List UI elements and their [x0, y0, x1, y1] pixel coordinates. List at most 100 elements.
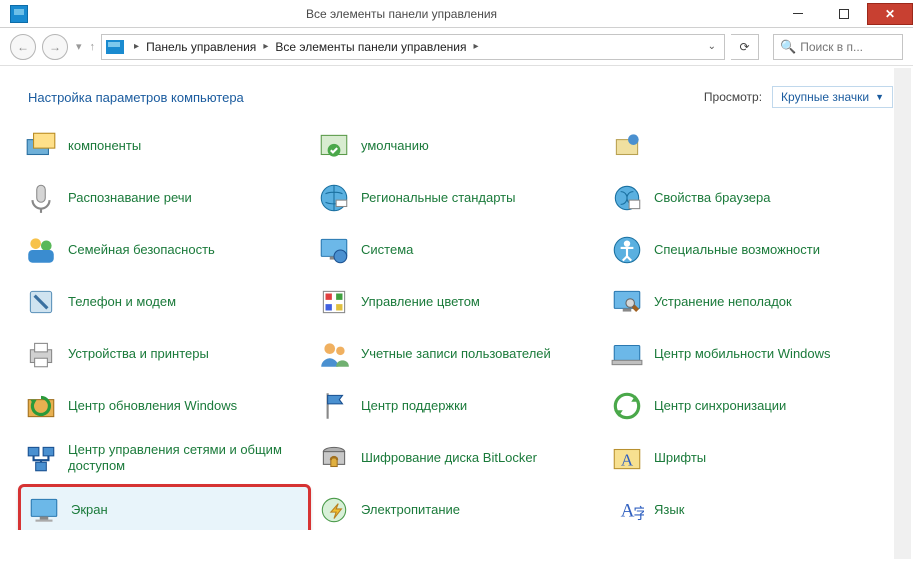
cpl-item-bitlocker[interactable]: Шифрование диска BitLocker	[311, 432, 604, 484]
cpl-item-update[interactable]: Центр обновления Windows	[18, 380, 311, 432]
update-icon	[22, 387, 60, 425]
view-label: Просмотр:	[704, 90, 762, 104]
cpl-item-label: Центр синхронизации	[654, 398, 786, 414]
cpl-item-label: Региональные стандарты	[361, 190, 515, 206]
breadcrumb-1[interactable]: Панель управления	[143, 40, 259, 54]
mic-icon	[22, 179, 60, 217]
cpl-item-network[interactable]: Центр управления сетями и общим доступом	[18, 432, 311, 484]
cpl-item-display[interactable]: Экран	[18, 484, 311, 530]
trouble-icon	[608, 283, 646, 321]
cpl-item-label: Учетные записи пользователей	[361, 346, 551, 362]
cpl-item-label: Специальные возможности	[654, 242, 820, 258]
cpl-item-access[interactable]: Специальные возможности	[604, 224, 897, 276]
cpl-item-system[interactable]: Система	[311, 224, 604, 276]
items-grid: компоненты умолчанию Распознавание речи Рег…	[18, 120, 897, 530]
cpl-item-flag[interactable]: Центр поддержки	[311, 380, 604, 432]
search-box[interactable]: 🔍	[773, 34, 903, 60]
page-title: Настройка параметров компьютера	[28, 90, 244, 105]
cpl-item-family[interactable]: Семейная безопасность	[18, 224, 311, 276]
cpl-item-browser[interactable]: Свойства браузера	[604, 172, 897, 224]
maximize-button[interactable]	[821, 3, 867, 25]
address-dropdown-icon[interactable]: ⌄	[704, 41, 720, 52]
cpl-item-label: Устранение неполадок	[654, 294, 792, 310]
recent-dropdown-icon[interactable]: ▾	[76, 40, 82, 53]
view-value: Крупные значки	[781, 90, 869, 104]
sync-icon	[608, 387, 646, 425]
forward-button[interactable]: →	[42, 34, 68, 60]
cpl-item-label: Управление цветом	[361, 294, 480, 310]
items-scroll-area: компоненты умолчанию Распознавание речи Рег…	[0, 120, 913, 530]
mobility-icon	[608, 335, 646, 373]
back-button[interactable]: ←	[10, 34, 36, 60]
close-button[interactable]: ✕	[867, 3, 913, 25]
content-header: Настройка параметров компьютера Просмотр…	[0, 66, 913, 120]
family-icon	[22, 231, 60, 269]
svg-text:字: 字	[633, 506, 644, 523]
cpl-item-mic[interactable]: Распознавание речи	[18, 172, 311, 224]
up-button[interactable]: ↑	[90, 41, 96, 53]
phone-icon	[22, 283, 60, 321]
cpl-item-label: умолчанию	[361, 138, 429, 154]
printer-icon	[22, 335, 60, 373]
system-icon	[315, 231, 353, 269]
cpl-item-label: Язык	[654, 502, 684, 518]
components-icon	[22, 127, 60, 165]
cpl-item-color[interactable]: Управление цветом	[311, 276, 604, 328]
cpl-item-users[interactable]: Учетные записи пользователей	[311, 328, 604, 380]
cpl-item-label: Шрифты	[654, 450, 706, 466]
nav-bar: ← → ▾ ↑ ▸ Панель управления ▸ Все элемен…	[0, 28, 913, 66]
cpl-item-label: Система	[361, 242, 413, 258]
search-icon: 🔍	[780, 39, 796, 55]
lang-icon: A字	[608, 491, 646, 529]
bitlocker-icon	[315, 439, 353, 477]
cpl-item-label: Электропитание	[361, 502, 460, 518]
app-icon	[10, 5, 28, 23]
cpl-item-label: Центр управления сетями и общим доступом	[68, 442, 307, 475]
minimize-button[interactable]	[775, 3, 821, 25]
color-icon	[315, 283, 353, 321]
cpl-item-label: Распознавание речи	[68, 190, 192, 206]
breadcrumb-separator-icon[interactable]: ▸	[259, 41, 272, 52]
breadcrumb-2[interactable]: Все элементы панели управления	[272, 40, 469, 54]
cpl-item-mobility[interactable]: Центр мобильности Windows	[604, 328, 897, 380]
partialrow-icon	[608, 127, 646, 165]
power-icon	[315, 491, 353, 529]
fonts-icon: A	[608, 439, 646, 477]
cpl-item-label: Центр обновления Windows	[68, 398, 237, 414]
cpl-item-label: Шифрование диска BitLocker	[361, 450, 537, 466]
search-input[interactable]	[800, 40, 896, 54]
refresh-button[interactable]: ⟳	[731, 34, 759, 60]
cpl-item-printer[interactable]: Устройства и принтеры	[18, 328, 311, 380]
breadcrumb-separator-icon[interactable]: ▸	[130, 41, 143, 52]
cpl-item-region[interactable]: Региональные стандарты	[311, 172, 604, 224]
access-icon	[608, 231, 646, 269]
chevron-down-icon: ▼	[875, 92, 884, 102]
display-icon	[25, 491, 63, 529]
address-bar[interactable]: ▸ Панель управления ▸ Все элементы панел…	[101, 34, 725, 60]
cpl-item-trouble[interactable]: Устранение неполадок	[604, 276, 897, 328]
title-bar: Все элементы панели управления ✕	[0, 0, 913, 28]
cpl-item-label: Устройства и принтеры	[68, 346, 209, 362]
cpl-item-fonts[interactable]: A Шрифты	[604, 432, 897, 484]
cpl-item-partialrow[interactable]	[604, 120, 897, 172]
network-icon	[22, 439, 60, 477]
control-panel-icon	[106, 40, 124, 54]
cpl-item-label: Центр поддержки	[361, 398, 467, 414]
browser-icon	[608, 179, 646, 217]
vertical-scrollbar[interactable]	[894, 68, 911, 559]
cpl-item-components[interactable]: компоненты	[18, 120, 311, 172]
cpl-item-sync[interactable]: Центр синхронизации	[604, 380, 897, 432]
cpl-item-defaults[interactable]: умолчанию	[311, 120, 604, 172]
cpl-item-label: Экран	[71, 502, 108, 518]
cpl-item-phone[interactable]: Телефон и модем	[18, 276, 311, 328]
cpl-item-label: компоненты	[68, 138, 141, 154]
cpl-item-label: Свойства браузера	[654, 190, 770, 206]
region-icon	[315, 179, 353, 217]
breadcrumb-separator-icon[interactable]: ▸	[469, 41, 482, 52]
cpl-item-power[interactable]: Электропитание	[311, 484, 604, 530]
defaults-icon	[315, 127, 353, 165]
cpl-item-label: Центр мобильности Windows	[654, 346, 831, 362]
cpl-item-lang[interactable]: A字 Язык	[604, 484, 897, 530]
view-selector[interactable]: Крупные значки ▼	[772, 86, 893, 108]
svg-text:A: A	[621, 450, 634, 469]
